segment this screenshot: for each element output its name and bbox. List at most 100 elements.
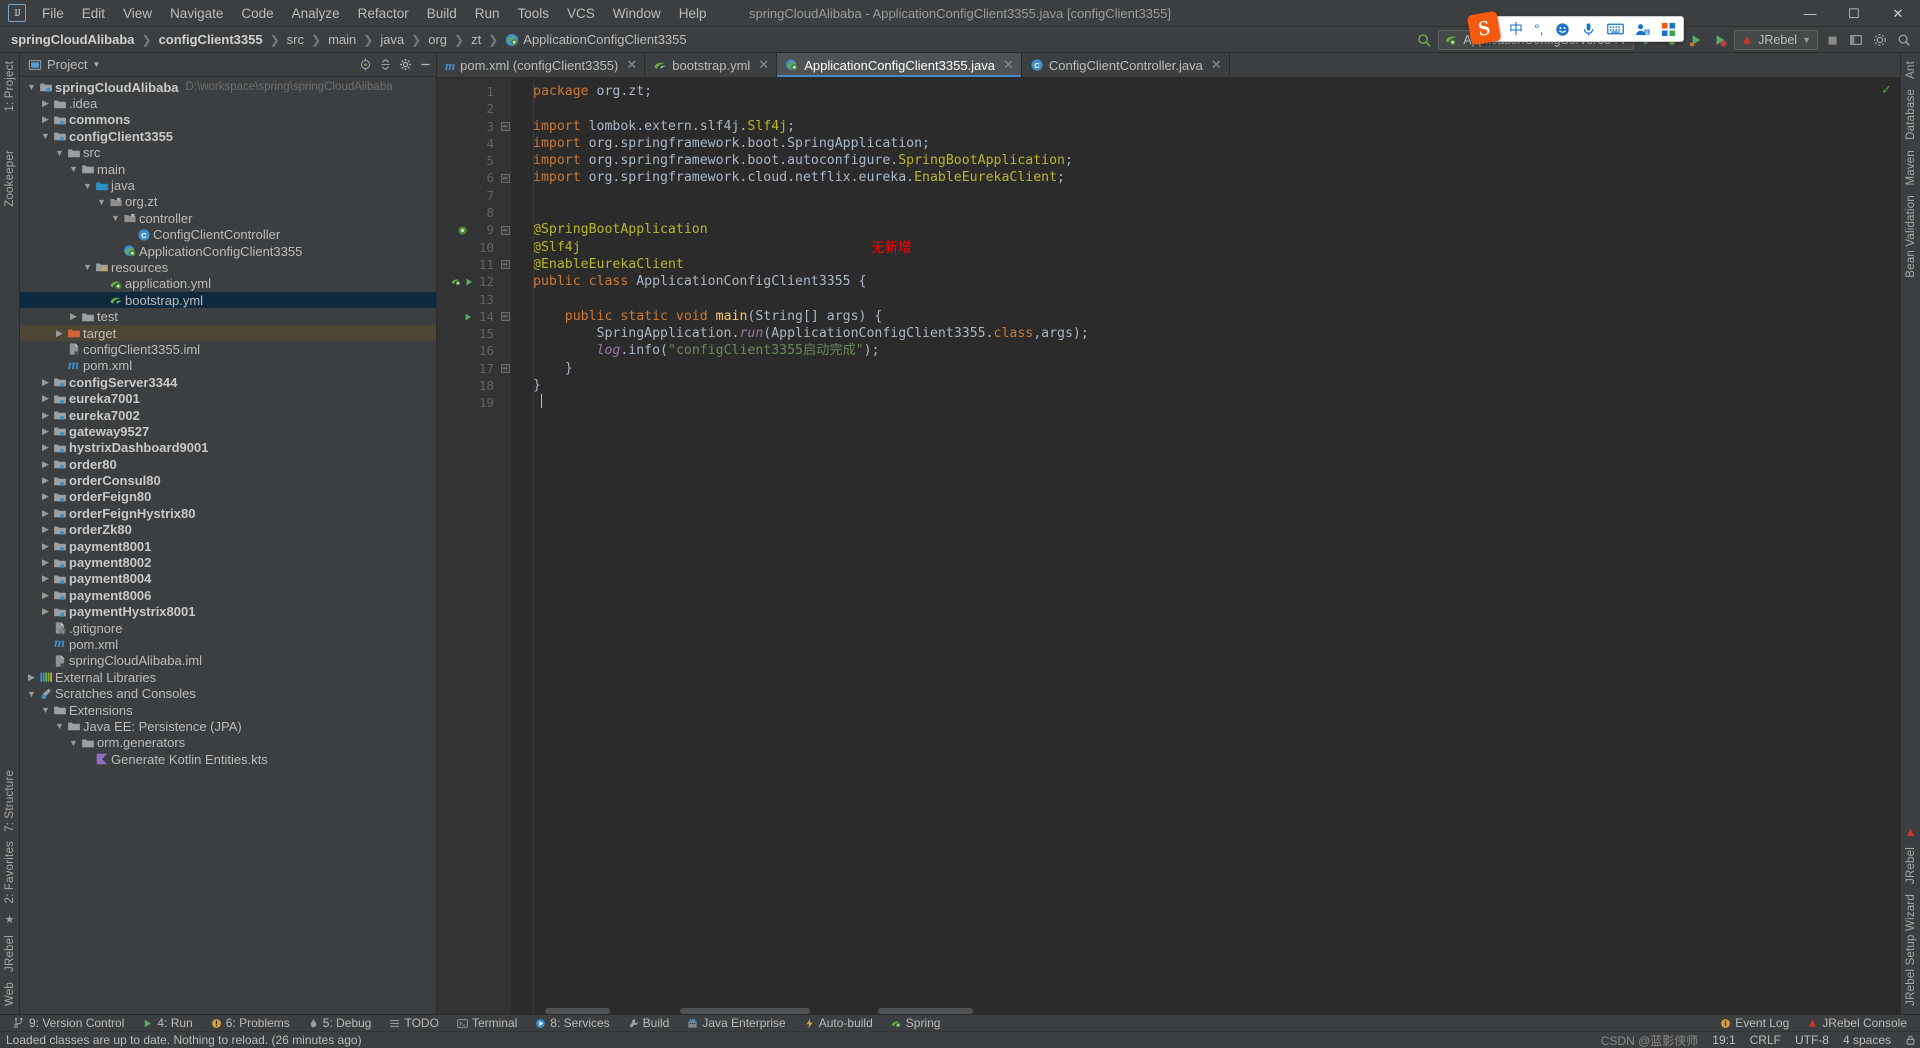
tree-node--gitignore[interactable]: .gitignore <box>20 620 436 636</box>
tool-button-zookeeper[interactable]: Zookeeper <box>4 146 16 211</box>
editor-tab-pom[interactable]: mpom.xml (configClient3355)✕ <box>437 53 645 77</box>
stop-icon[interactable] <box>1822 30 1842 50</box>
gutter-line-3[interactable]: 3 <box>437 118 499 135</box>
close-icon[interactable]: ✕ <box>1003 57 1014 73</box>
tree-node-pom-xml[interactable]: mpom.xml <box>20 636 436 652</box>
breadcrumb-item-1[interactable]: configClient3355 <box>156 31 266 48</box>
tool-button-bean-validation[interactable]: Bean Validation <box>1905 191 1917 282</box>
maximize-button[interactable]: ☐ <box>1832 0 1876 27</box>
jrebel-selector[interactable]: JRebel ▼ <box>1734 30 1818 50</box>
chevron-right-icon[interactable]: ▶ <box>40 393 51 404</box>
chevron-right-icon[interactable]: ▶ <box>40 524 51 535</box>
gutter-line-12[interactable]: 12 <box>437 273 499 290</box>
tree-node-bootstrap-yml[interactable]: bootstrap.yml <box>20 292 436 308</box>
menu-item-run[interactable]: Run <box>466 3 509 24</box>
tree-node-paymenthystrix8001[interactable]: ▶paymentHystrix8001 <box>20 604 436 620</box>
gutter-line-19[interactable]: 19 <box>437 394 499 411</box>
gutter-line-14[interactable]: 14 <box>437 308 499 325</box>
chevron-right-icon[interactable]: ▶ <box>40 98 51 109</box>
tree-node-scratches-and-consoles[interactable]: ▼Scratches and Consoles <box>20 685 436 701</box>
tool-window-4-run[interactable]: 4: Run <box>133 1016 201 1030</box>
settings-icon[interactable] <box>1870 30 1890 50</box>
project-tree[interactable]: ▼springCloudAlibabaD:\workspace\spring\s… <box>20 77 436 1014</box>
chevron-right-icon[interactable]: ▶ <box>40 491 51 502</box>
editor-tab-bootstrap[interactable]: bootstrap.yml✕ <box>645 53 777 77</box>
menu-item-file[interactable]: File <box>33 3 73 24</box>
breadcrumb-item-2[interactable]: src <box>284 31 307 48</box>
spring-bean-icon[interactable] <box>457 221 468 238</box>
tree-node-org-zt[interactable]: ▼org.zt <box>20 194 436 210</box>
gutter-line-18[interactable]: 18 <box>437 377 499 394</box>
tool-window-event-log[interactable]: Event Log <box>1711 1016 1798 1030</box>
editor-gutter[interactable]: 12345678910111213141516171819 <box>437 78 499 1014</box>
gutter-line-5[interactable]: 5 <box>437 152 499 169</box>
code-line-19[interactable] <box>511 394 1900 411</box>
collapse-icon[interactable]: − <box>501 226 510 235</box>
chevron-right-icon[interactable]: ▶ <box>40 557 51 568</box>
tool-window-bar[interactable]: 9: Version Control4: Run6: Problems5: De… <box>0 1014 1920 1031</box>
menu-item-window[interactable]: Window <box>604 3 670 24</box>
collapse-icon[interactable]: − <box>501 174 510 183</box>
tree-node-pom-xml[interactable]: mpom.xml <box>20 358 436 374</box>
code-line-13[interactable] <box>511 291 1900 308</box>
breadcrumb-item-7[interactable]: ApplicationConfigClient3355 <box>502 31 689 48</box>
tree-node-orderconsul80[interactable]: ▶orderConsul80 <box>20 472 436 488</box>
sogou-logo-icon[interactable]: S <box>1467 11 1502 46</box>
tree-node-application-yml[interactable]: application.yml <box>20 276 436 292</box>
tree-node-gateway9527[interactable]: ▶gateway9527 <box>20 423 436 439</box>
menu-item-analyze[interactable]: Analyze <box>283 3 349 24</box>
ime-punctuation-toggle[interactable]: °, <box>1534 21 1544 37</box>
tool-window-jrebel-console[interactable]: JRebel Console <box>1798 1016 1916 1030</box>
fold-marker-line-6[interactable]: − <box>499 169 511 186</box>
tool-window-build[interactable]: Build <box>619 1016 679 1030</box>
editor-body[interactable]: 12345678910111213141516171819 −−−−−− pac… <box>437 78 1900 1014</box>
tool-button-database[interactable]: Database <box>1905 85 1917 144</box>
tree-node-payment8004[interactable]: ▶payment8004 <box>20 571 436 587</box>
close-icon[interactable]: ✕ <box>626 57 637 73</box>
chevron-right-icon[interactable]: ▶ <box>40 606 51 617</box>
code-line-12[interactable]: public class ApplicationConfigClient3355… <box>511 273 1900 290</box>
emoji-icon[interactable] <box>1555 22 1570 37</box>
gutter-line-1[interactable]: 1 <box>437 83 499 100</box>
code-line-7[interactable] <box>511 187 1900 204</box>
close-button[interactable]: ✕ <box>1876 0 1920 27</box>
menu-item-navigate[interactable]: Navigate <box>161 3 232 24</box>
code-line-16[interactable]: log.info("configClient3355启动完成"); <box>511 342 1900 359</box>
tree-node-orderfeign80[interactable]: ▶orderFeign80 <box>20 489 436 505</box>
tool-button-favorites[interactable]: 2: Favorites <box>4 837 16 907</box>
tool-window-9-version-control[interactable]: 9: Version Control <box>4 1016 133 1030</box>
caret-position[interactable]: 19:1 <box>1712 1033 1735 1047</box>
chevron-down-icon[interactable]: ▼ <box>96 197 107 207</box>
tree-node-payment8002[interactable]: ▶payment8002 <box>20 554 436 570</box>
chevron-down-icon[interactable]: ▼ <box>40 705 51 715</box>
chevron-down-icon[interactable]: ▼ <box>54 721 65 731</box>
chevron-down-icon[interactable]: ▼ <box>26 82 37 92</box>
tool-button-jrebel[interactable]: JRebel <box>4 931 16 976</box>
hide-icon[interactable] <box>419 58 432 71</box>
chevron-down-icon[interactable]: ▼ <box>26 689 37 699</box>
code-line-6[interactable]: import org.springframework.cloud.netflix… <box>511 169 1900 186</box>
code-line-11[interactable]: @EnableEurekaClient <box>511 256 1900 273</box>
tree-node-eureka7001[interactable]: ▶eureka7001 <box>20 390 436 406</box>
chevron-right-icon[interactable]: ▶ <box>40 508 51 519</box>
tree-node-commons[interactable]: ▶commons <box>20 112 436 128</box>
gear-icon[interactable] <box>399 58 412 71</box>
editor-fold-column[interactable]: −−−−−− <box>499 78 511 1014</box>
tree-node-external-libraries[interactable]: ▶External Libraries <box>20 669 436 685</box>
profile-icon[interactable] <box>1710 30 1730 50</box>
fold-marker-line-9[interactable]: − <box>499 221 511 238</box>
close-icon[interactable]: ✕ <box>1211 57 1222 73</box>
chevron-right-icon[interactable]: ▶ <box>40 377 51 388</box>
code-line-3[interactable]: import lombok.extern.slf4j.Slf4j; <box>511 118 1900 135</box>
chevron-down-icon[interactable]: ▼ <box>68 164 79 174</box>
menu-item-help[interactable]: Help <box>670 3 716 24</box>
chevron-right-icon[interactable]: ▶ <box>40 114 51 125</box>
chevron-down-icon[interactable]: ▼ <box>40 131 51 141</box>
inspection-ok-icon[interactable]: ✓ <box>1881 82 1892 98</box>
tool-window-todo[interactable]: TODO <box>380 1016 447 1030</box>
tool-window-6-problems[interactable]: 6: Problems <box>202 1016 299 1030</box>
code-line-14[interactable]: public static void main(String[] args) { <box>511 308 1900 325</box>
keyboard-icon[interactable] <box>1607 22 1624 36</box>
tool-window-5-debug[interactable]: 5: Debug <box>299 1016 381 1030</box>
gutter-line-11[interactable]: 11 <box>437 256 499 273</box>
